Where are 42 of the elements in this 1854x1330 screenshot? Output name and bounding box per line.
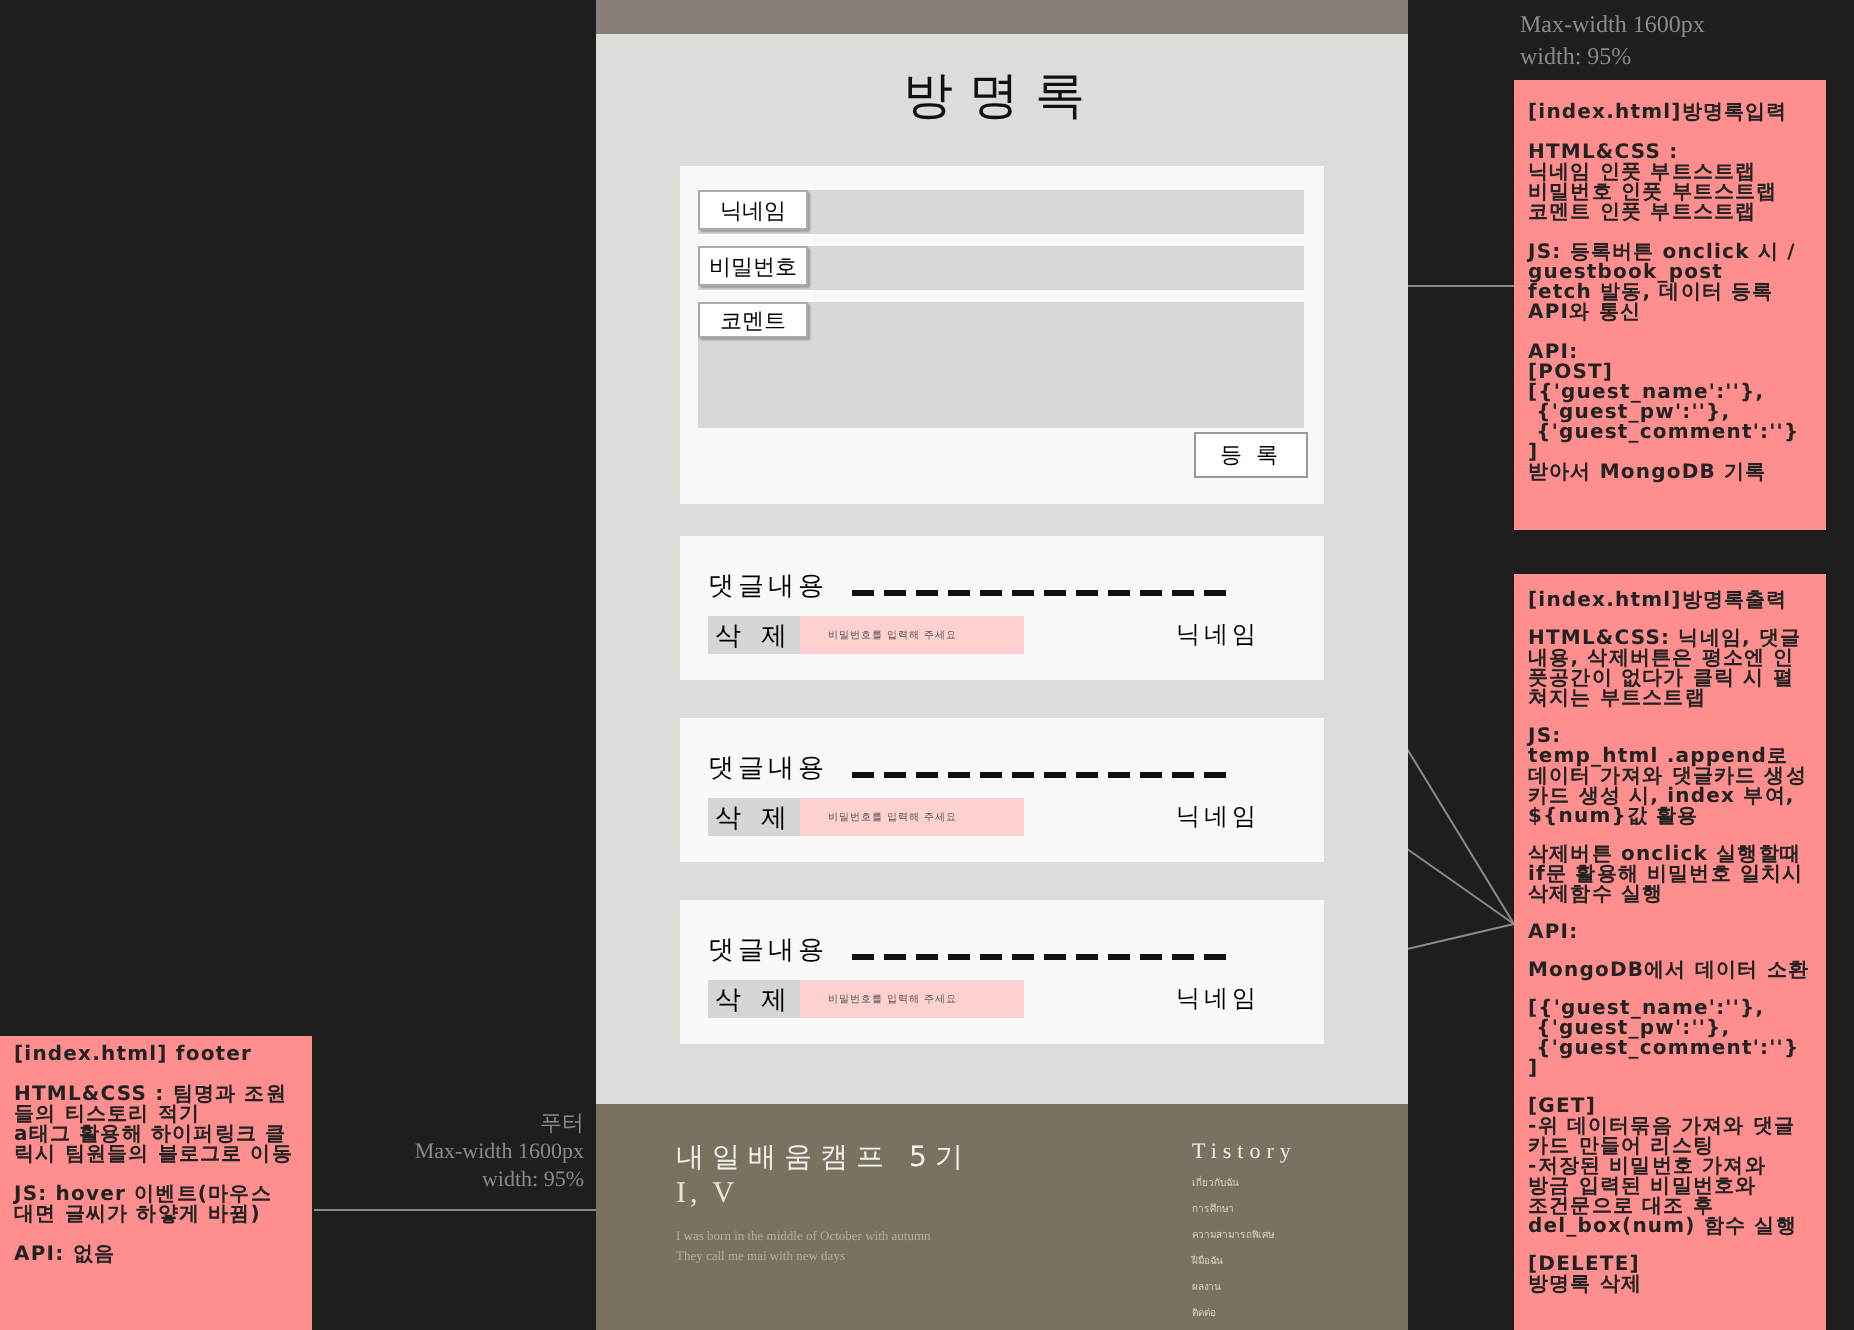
submit-button[interactable]: 등 록 [1194,432,1308,478]
nickname-text: 닉네임 [1176,982,1260,1016]
note-text: Max-width 1600px [414,1138,584,1166]
field-label: 닉네임 [698,190,808,230]
nickname-text: 닉네임 [1176,618,1260,652]
field-label: 코멘트 [698,302,808,338]
annotation-text: [GET] -위 데이터묶음 가져와 댓글 카드 만들어 리스팅 -저장된 비밀번호 가져와 방금 입력된 비밀번호와 조건문으로 대조 후 del_box(num) 함수 실행 [1528,1098,1799,1238]
comment-text: 댓글내용 [708,570,828,604]
delete-button[interactable]: 삭 제 [708,616,800,654]
nickname-text: 닉네임 [1176,800,1260,834]
annotation-text: [index.html]방명록입력 [1528,104,1790,124]
note-text: width: 95% [479,1166,584,1194]
comment-text: 댓글내용 [708,934,828,968]
annotation-text: [DELETE] 방명록 삭제 [1528,1256,1645,1296]
annotation-text: [{'guest_name':''}, {'guest_pw':''}, {'guest_comment':''} ] [1528,1000,1802,1080]
footer-subtitle: I, V [676,1178,741,1212]
annotation-text: [index.html] footer [14,1046,255,1066]
annotation-text: JS: 등록버튼 onclick 시 / guestbook_post fetch 발동, 데이터 등록 API와 통신 [1528,244,1798,324]
annotation-text: API: [POST] [{'guest_name':''}, {'guest_pw':''}, {'guest_comment':''} ] 받아서 MongoDB 기록 [1528,344,1802,484]
delete-button[interactable]: 삭 제 [708,980,800,1018]
note-text: Max-width 1600px [1520,8,1705,40]
annotation-text: JS: temp_html .append로 데이터 가져와 댓글카드 생성 카드 생성 시, index 부여, ${num}값 활용 [1528,728,1809,828]
input-field[interactable]: 코멘트 [698,302,1304,428]
input-field[interactable]: 닉네임 [698,190,1304,234]
page-title: 방명록 [903,64,1101,128]
field-label: 비밀번호 [698,246,808,286]
annotation-text: HTML&CSS: 닉네임, 댓글 내용, 삭제버튼은 평소엔 인 풋공간이 없다가 클릭 시 펼 쳐지는 부트스트랩 [1528,630,1804,710]
annotation-text: HTML&CSS : 닉네임 인풋 부트스트랩 비밀번호 인풋 부트스트랩 코멘트 인풋 부트스트랩 [1528,144,1780,224]
annotation-text: API: 없음 [14,1246,117,1266]
comment-text: 댓글내용 [708,752,828,786]
note-text: width: 95% [1520,40,1634,72]
input-field[interactable]: 비밀번호 [698,246,1304,290]
annotation-text: [index.html]방명록출력 [1528,592,1790,612]
links-title: Tistory [1192,1140,1297,1164]
annotation-text: HTML&CSS : 팀명과 조원 들의 티스토리 적기 a태그 활용해 하이퍼링크 클 릭시 팀원들의 블로그로 이동 [14,1086,295,1166]
footer-title: 내일배움캠프 5기 [676,1140,973,1176]
annotation-text: 삭제버튼 onclick 실행할때 if문 활용해 비밀번호 일치시 삭제함수 실행 [1528,846,1806,906]
note-text: 푸터 [538,1110,584,1138]
annotation-text: MongoDB에서 데이터 소환 [1528,962,1811,982]
delete-button[interactable]: 삭 제 [708,798,800,836]
annotation-text: JS: hover 이벤트(마우스 대면 글씨가 하얗게 바뀜) [14,1186,274,1226]
annotation-text: API: [1528,924,1581,944]
